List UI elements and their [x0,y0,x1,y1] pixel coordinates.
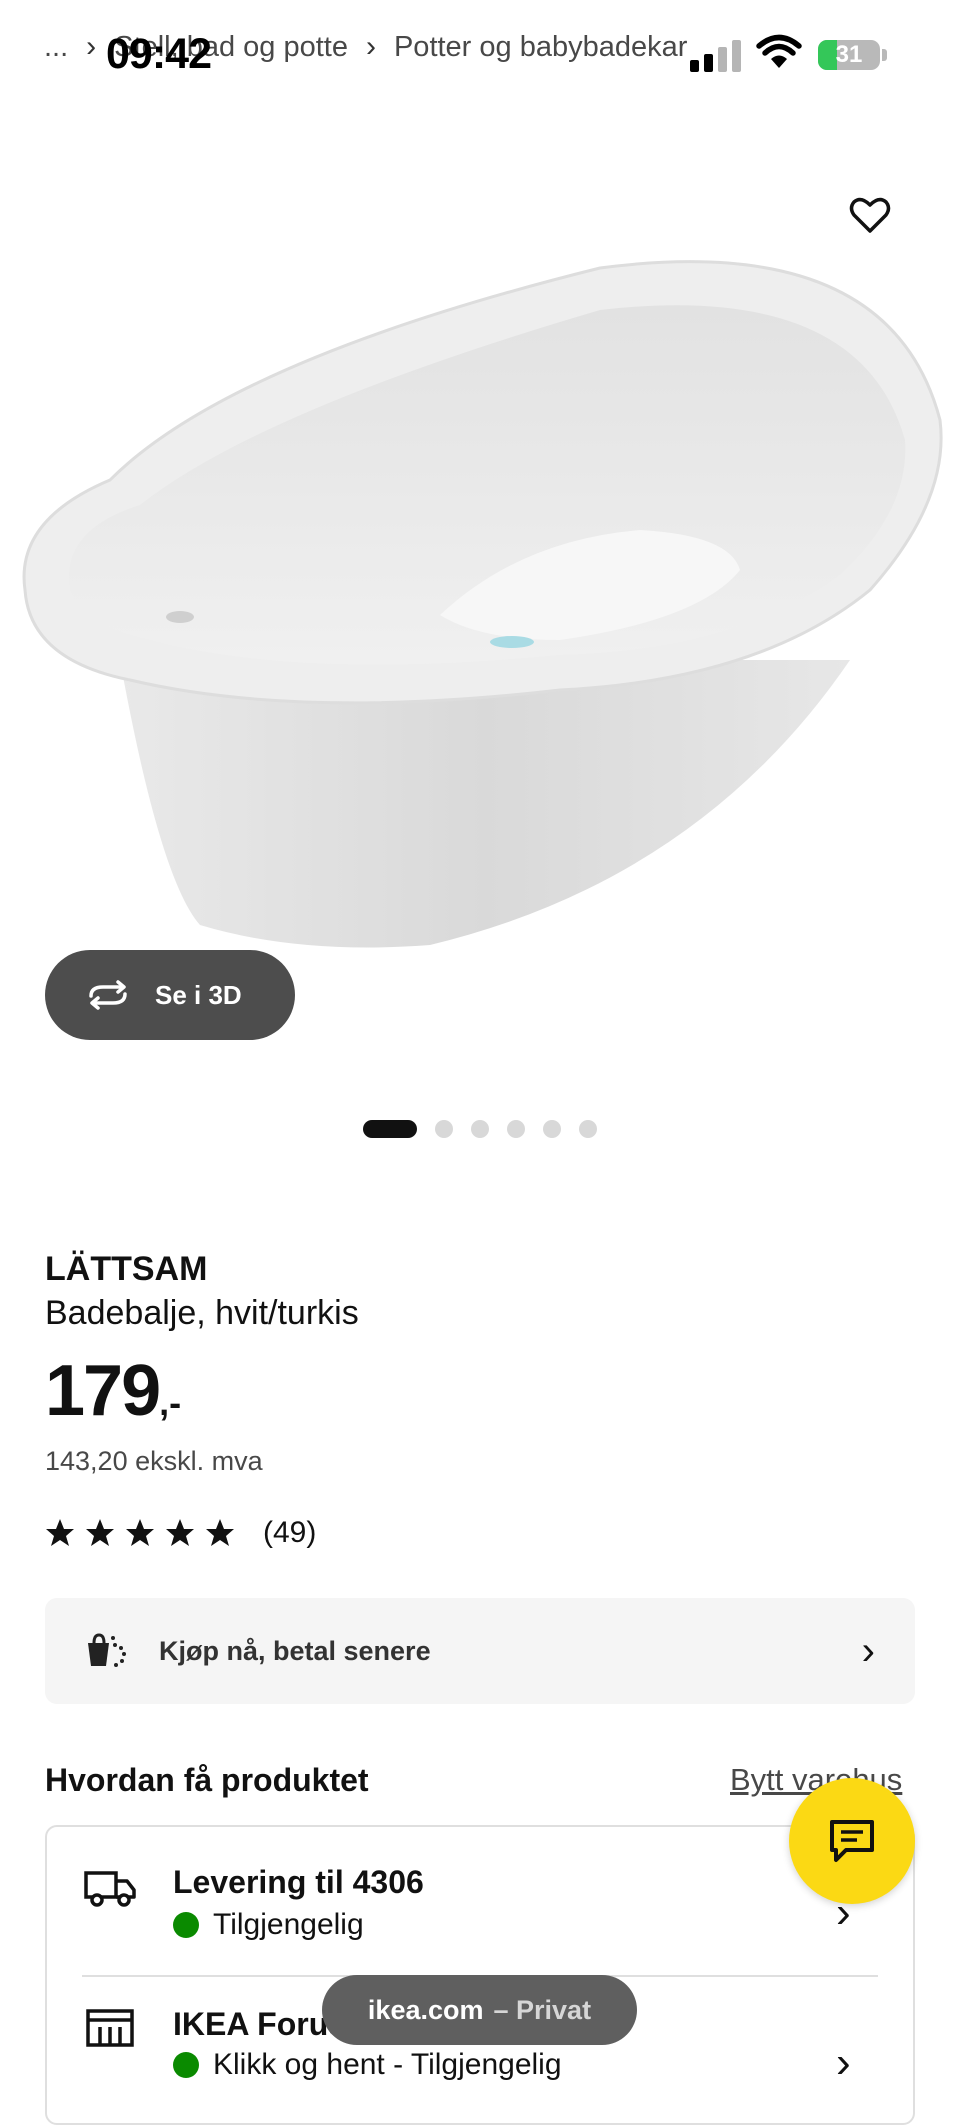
delivery-status: Tilgjengelig [173,1908,364,1942]
browser-private-mode: – Privat [493,1994,592,2025]
gallery-dot[interactable] [471,1120,489,1138]
gallery-dot[interactable] [435,1120,453,1138]
price-suffix: ,- [159,1382,182,1423]
available-dot-icon [173,1912,199,1938]
breadcrumb-item-potter[interactable]: Potter og babybadekar [394,31,687,64]
chevron-right-icon: › [86,30,97,63]
product-rating[interactable]: (49) [45,1516,316,1550]
chevron-right-icon: › [365,30,376,63]
chevron-right-icon: › [861,1628,875,1673]
favourite-heart-icon[interactable] [848,193,892,237]
battery-icon: 31 [818,40,880,70]
pay-later-banner[interactable]: Kjøp nå, betal senere › [45,1598,915,1704]
product-price: 179,- [45,1350,181,1432]
delivery-truck-icon [84,1871,136,1907]
gallery-pagination[interactable] [363,1120,597,1138]
product-brand: LÄTTSAM [45,1250,208,1288]
availability-heading: Hvordan få produktet [45,1762,369,1798]
rating-count: (49) [263,1516,317,1549]
rotate-3d-icon [89,980,127,1010]
gallery-dot[interactable] [543,1120,561,1138]
browser-url-pill[interactable]: ikea.com – Privat [322,1975,637,2045]
status-time: 09:42 [106,30,212,78]
available-dot-icon [173,2052,199,2078]
battery-level: 31 [835,41,863,68]
star-icon [86,1519,114,1546]
delivery-status-text: Tilgjengelig [213,1908,364,1941]
product-description: Badebalje, hvit/turkis [45,1294,359,1332]
wifi-icon [756,34,802,68]
browser-domain: ikea.com [367,1994,484,2025]
pay-later-label: Kjøp nå, betal senere [159,1635,431,1666]
shopping-bag-icon [88,1633,126,1667]
star-icon [166,1519,194,1546]
gallery-dot[interactable] [363,1120,417,1138]
gallery-dot[interactable] [579,1120,597,1138]
gallery-dot[interactable] [507,1120,525,1138]
breadcrumb-ellipsis[interactable]: ... [44,31,68,64]
view-3d-label: Se i 3D [155,979,242,1010]
store-title[interactable]: IKEA Forus [173,2006,346,2043]
store-icon [86,2009,134,2047]
star-icon [126,1519,154,1546]
chevron-right-icon[interactable]: › [836,2038,851,2088]
price-value: 179 [45,1351,161,1431]
chat-button[interactable] [789,1778,915,1904]
delivery-title[interactable]: Levering til 4306 [173,1864,424,1901]
chat-bubble-icon [830,1820,874,1862]
rating-stars [45,1518,235,1548]
view-3d-button[interactable]: Se i 3D [45,950,295,1040]
product-image-bathtub[interactable] [0,120,960,960]
price-ex-vat: 143,20 ekskl. mva [45,1446,263,1476]
battery-tip [882,49,887,61]
star-icon [46,1519,74,1546]
cellular-signal-icon [690,38,741,72]
star-icon [206,1519,234,1546]
